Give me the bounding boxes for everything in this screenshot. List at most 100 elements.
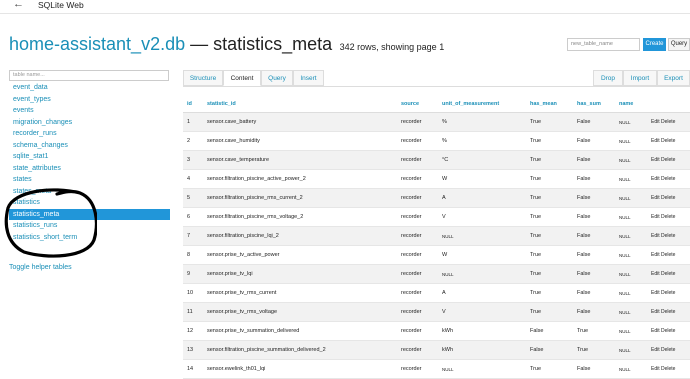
table-cell: 2	[183, 131, 203, 151]
tab-query[interactable]: Query	[261, 70, 293, 86]
column-header-has-sum[interactable]: has_sum	[573, 95, 615, 113]
table-cell: NULL	[615, 112, 647, 132]
sidebar-item-event-types[interactable]: event_types	[9, 94, 170, 106]
table-cell: recorder	[397, 283, 438, 303]
tab-import[interactable]: Import	[623, 70, 657, 86]
table-cell: False	[573, 283, 615, 303]
sidebar-item-states[interactable]: states	[9, 174, 170, 186]
edit-delete-links[interactable]: Edit Delete	[647, 321, 690, 341]
tab-drop[interactable]: Drop	[593, 70, 623, 86]
table-cell: recorder	[397, 112, 438, 132]
edit-delete-links[interactable]: Edit Delete	[647, 226, 690, 246]
table-row: 3 sensor.cave_temperature recorder °C True Fa…	[183, 150, 690, 170]
table-cell: False	[573, 226, 615, 246]
sidebar-item-recorder-runs[interactable]: recorder_runs	[9, 128, 170, 140]
table-cell: recorder	[397, 359, 438, 379]
table-cell: True	[526, 283, 573, 303]
column-header-name[interactable]: name	[615, 95, 647, 113]
rows-info: 342 rows, showing page 1	[339, 42, 445, 52]
table-cell: NULL	[438, 359, 526, 379]
sidebar-item-statistics[interactable]: statistics	[9, 197, 170, 209]
edit-delete-links[interactable]: Edit Delete	[647, 283, 690, 303]
table-cell: True	[526, 188, 573, 208]
tab-export[interactable]: Export	[657, 70, 690, 86]
table-cell: NULL	[615, 188, 647, 208]
table-cell: False	[573, 245, 615, 265]
table-cell: NULL	[615, 359, 647, 379]
database-name[interactable]: home-assistant_v2.db	[9, 34, 185, 54]
edit-delete-links[interactable]: Edit Delete	[647, 245, 690, 265]
column-header-unit-of-measurement[interactable]: unit_of_measurement	[438, 95, 526, 113]
table-cell: sensor.filtration_piscine_active_power_2	[203, 169, 397, 189]
table-search-input[interactable]: table name...	[9, 70, 169, 81]
edit-delete-links[interactable]: Edit Delete	[647, 302, 690, 322]
sidebar-item-states-meta[interactable]: states_meta	[9, 186, 170, 198]
table-cell: True	[526, 302, 573, 322]
tab-content[interactable]: Content	[223, 70, 261, 86]
arrow-left-icon[interactable]: ←	[13, 0, 24, 10]
column-header-source[interactable]: source	[397, 95, 438, 113]
table-cell: False	[573, 264, 615, 284]
table-cell: sensor.prise_tv_rms_voltage	[203, 302, 397, 322]
column-header-statistic-id[interactable]: statistic_id	[203, 95, 397, 113]
edit-delete-links[interactable]: Edit Delete	[647, 131, 690, 151]
table-cell: sensor.cave_humidity	[203, 131, 397, 151]
sidebar-item-statistics-short-term[interactable]: statistics_short_term	[9, 232, 170, 244]
edit-delete-links[interactable]: Edit Delete	[647, 264, 690, 284]
table-cell: 8	[183, 245, 203, 265]
table-cell: True	[526, 245, 573, 265]
table-cell: 5	[183, 188, 203, 208]
tab-divider	[183, 86, 690, 87]
new-table-input[interactable]: new_table_name	[567, 38, 640, 51]
title-separator: —	[185, 34, 214, 54]
column-header-has-mean[interactable]: has_mean	[526, 95, 573, 113]
table-cell: sensor.prise_tv_summation_delivered	[203, 321, 397, 341]
create-button[interactable]: Create	[643, 38, 666, 51]
query-button[interactable]: Query	[668, 38, 690, 51]
table-cell: recorder	[397, 302, 438, 322]
table-cell: True	[526, 112, 573, 132]
sidebar-item-events[interactable]: events	[9, 105, 170, 117]
edit-delete-links[interactable]: Edit Delete	[647, 169, 690, 189]
table-cell: 13	[183, 340, 203, 360]
table-cell: recorder	[397, 340, 438, 360]
table-cell: 12	[183, 321, 203, 341]
table-cell: True	[526, 150, 573, 170]
sidebar-item-schema-changes[interactable]: schema_changes	[9, 140, 170, 152]
table-cell: 1	[183, 112, 203, 132]
data-table: id statistic_id source unit_of_measurement h…	[183, 95, 690, 379]
column-header-id[interactable]: id	[183, 95, 203, 113]
edit-delete-links[interactable]: Edit Delete	[647, 188, 690, 208]
table-cell: False	[573, 131, 615, 151]
table-cell: True	[573, 321, 615, 341]
tab-insert[interactable]: Insert	[293, 70, 324, 86]
sidebar-item-event-data[interactable]: event_data	[9, 82, 170, 94]
sidebar-item-sqlite-stat1[interactable]: sqlite_stat1	[9, 151, 170, 163]
sidebar-item-statistics-runs[interactable]: statistics_runs	[9, 220, 170, 232]
table-cell: sensor.cave_temperature	[203, 150, 397, 170]
sidebar-item-state-attributes[interactable]: state_attributes	[9, 163, 170, 175]
table-cell: V	[438, 302, 526, 322]
edit-delete-links[interactable]: Edit Delete	[647, 112, 690, 132]
table-cell: NULL	[615, 264, 647, 284]
table-cell: A	[438, 283, 526, 303]
table-cell: 3	[183, 150, 203, 170]
table-cell: NULL	[438, 226, 526, 246]
table-cell: True	[526, 226, 573, 246]
edit-delete-links[interactable]: Edit Delete	[647, 340, 690, 360]
column-header-actions	[647, 95, 690, 113]
edit-delete-links[interactable]: Edit Delete	[647, 150, 690, 170]
table-row: 6 sensor.filtration_piscine_rms_voltage_2…	[183, 207, 690, 227]
sidebar-item-migration-changes[interactable]: migration_changes	[9, 117, 170, 129]
edit-delete-links[interactable]: Edit Delete	[647, 359, 690, 379]
edit-delete-links[interactable]: Edit Delete	[647, 207, 690, 227]
table-cell: False	[573, 302, 615, 322]
table-cell: NULL	[615, 207, 647, 227]
table-cell: recorder	[397, 150, 438, 170]
toggle-helper-tables-link[interactable]: Toggle helper tables	[9, 264, 72, 271]
table-cell: sensor.cave_battery	[203, 112, 397, 132]
tab-structure[interactable]: Structure	[183, 70, 223, 86]
table-name: statistics_meta	[213, 34, 333, 54]
table-cell: NULL	[438, 264, 526, 284]
sidebar-item-statistics-meta[interactable]: statistics_meta	[9, 208, 170, 220]
